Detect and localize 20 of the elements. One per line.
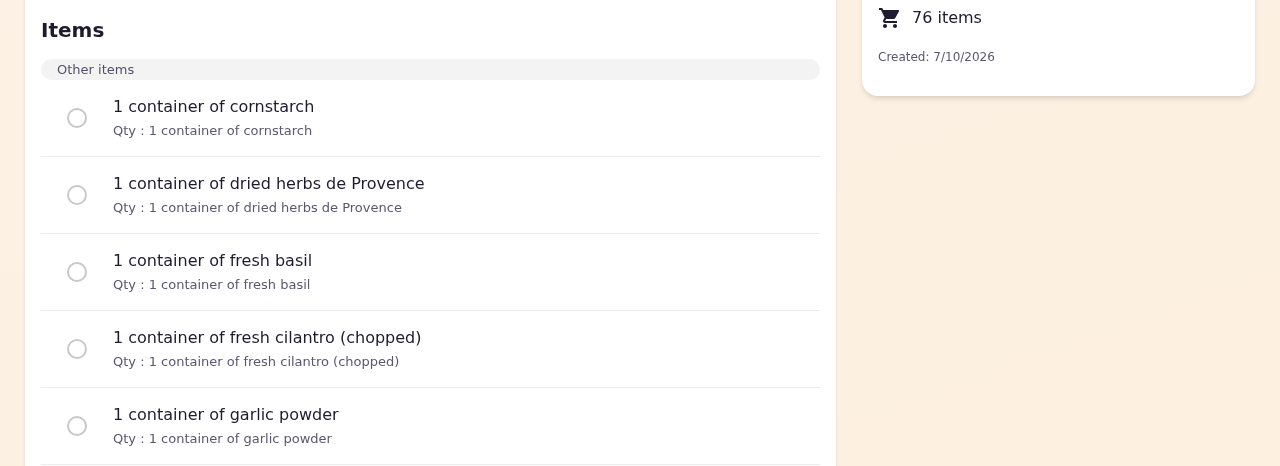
item-checkbox[interactable] bbox=[67, 416, 87, 436]
group-header: Other items bbox=[41, 59, 820, 80]
item-name: 1 container of fresh basil bbox=[113, 251, 313, 271]
item-name: 1 container of cornstarch bbox=[113, 97, 315, 117]
item-name: 1 container of fresh cilantro (chopped) bbox=[113, 328, 422, 348]
shopping-cart-icon bbox=[878, 6, 902, 30]
item-checkbox[interactable] bbox=[67, 185, 87, 205]
item-quantity: Qty : 1 container of dried herbs de Provence bbox=[113, 200, 403, 216]
item-name: 1 container of garlic powder bbox=[113, 405, 339, 425]
item-count: 76 items bbox=[912, 7, 982, 29]
item-checkbox[interactable] bbox=[67, 262, 87, 282]
item-checkbox[interactable] bbox=[67, 108, 87, 128]
item-name: 1 container of dried herbs de Provence bbox=[113, 174, 425, 194]
created-date: Created: 7/10/2026 bbox=[878, 49, 996, 66]
item-quantity: Qty : 1 container of garlic powder bbox=[113, 431, 333, 447]
item-checkbox[interactable] bbox=[67, 339, 87, 359]
item-quantity: Qty : 1 container of cornstarch bbox=[113, 123, 314, 139]
section-title: Items bbox=[41, 17, 106, 44]
item-quantity: Qty : 1 container of fresh basil bbox=[113, 277, 312, 293]
item-quantity: Qty : 1 container of fresh cilantro (chopped) bbox=[113, 354, 401, 370]
